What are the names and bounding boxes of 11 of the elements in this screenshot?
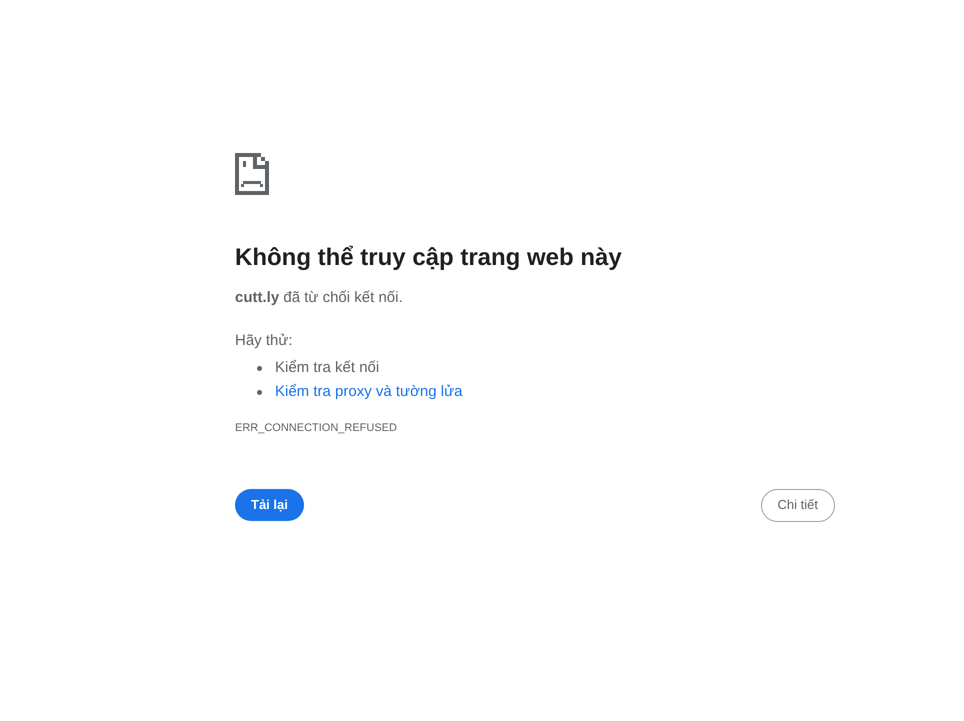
error-message: cutt.ly đã từ chối kết nối. xyxy=(235,288,404,308)
sad-page-icon xyxy=(235,153,269,195)
details-button[interactable]: Chi tiết xyxy=(760,488,835,522)
bullet-icon xyxy=(257,366,262,370)
suggestions-title: Hãy thử: xyxy=(235,330,294,350)
reload-button[interactable]: Tải lại xyxy=(235,489,304,521)
suggestion-link[interactable]: Kiểm tra proxy và tường lửa xyxy=(275,380,462,404)
page-heading: Không thể truy cập trang web này xyxy=(235,243,623,273)
bullet-icon xyxy=(257,390,262,394)
error-code: ERR_CONNECTION_REFUSED xyxy=(235,421,398,436)
suggestion-text: Kiểm tra kết nối xyxy=(275,358,380,378)
